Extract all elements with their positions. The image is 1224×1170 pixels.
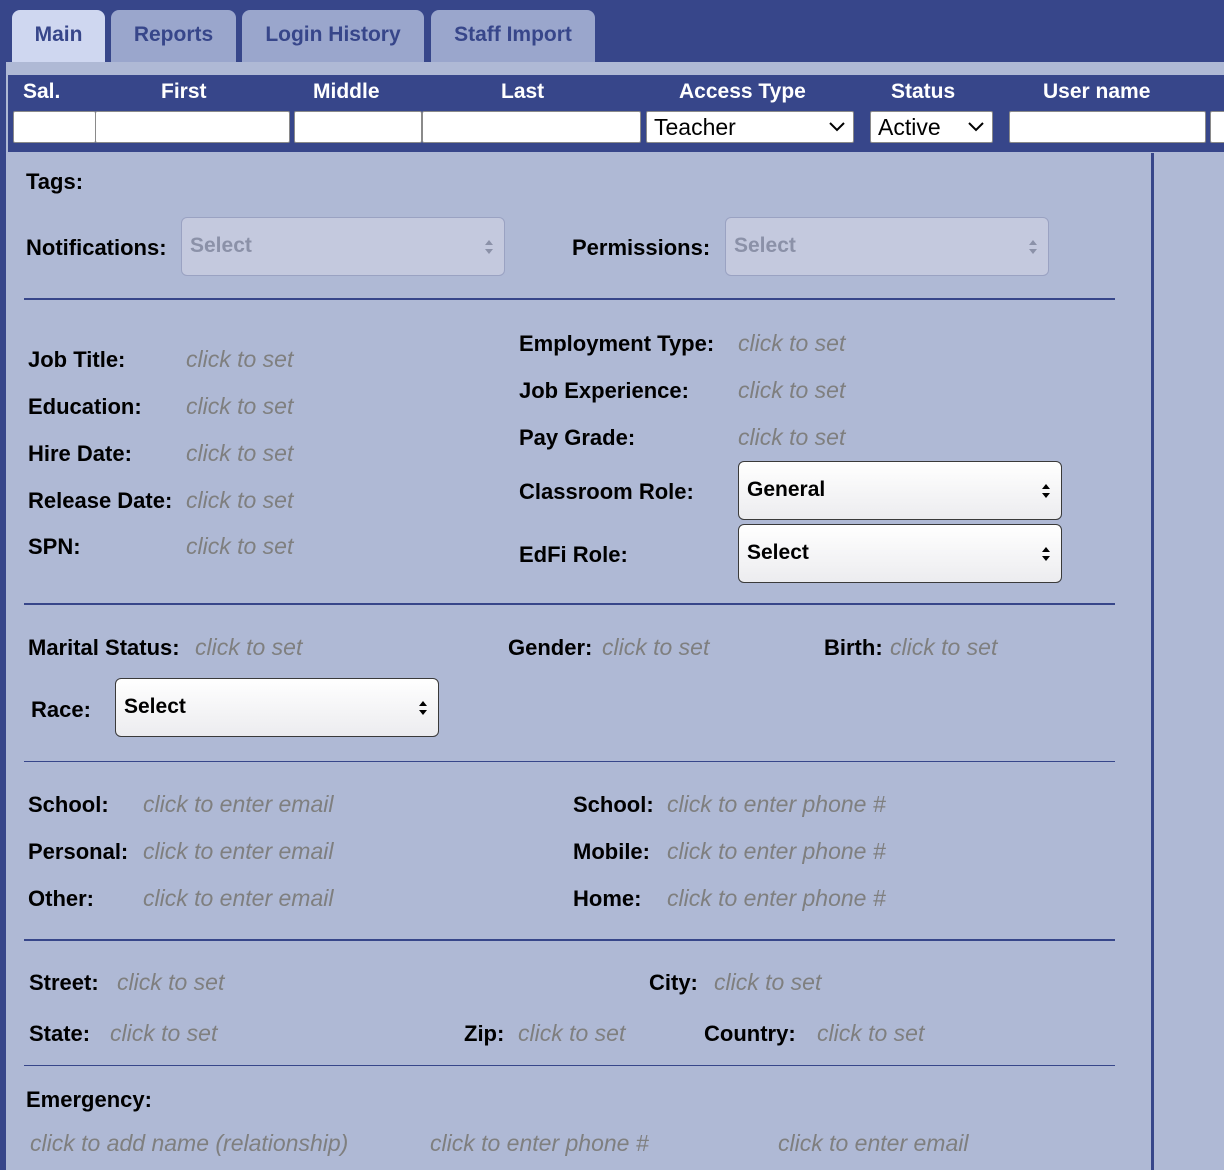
zip-value[interactable]: click to set [518, 1020, 625, 1047]
zip-label: Zip: [464, 1021, 505, 1046]
pay-grade-label: Pay Grade: [519, 425, 636, 450]
permissions-select[interactable]: Select [725, 217, 1049, 276]
access-type-select[interactable]: Teacher [646, 111, 854, 143]
school-phone-label: School: [573, 792, 654, 817]
job-experience-label: Job Experience: [519, 378, 689, 403]
notifications-label: Notifications: [26, 235, 167, 260]
left-border [0, 62, 6, 1170]
updown-arrows-icon [419, 701, 427, 715]
updown-arrows-icon [1042, 547, 1050, 561]
birth-value[interactable]: click to set [890, 634, 997, 661]
chevron-down-icon [829, 122, 845, 132]
spn-value[interactable]: click to set [186, 533, 293, 560]
street-label: Street: [29, 970, 99, 995]
country-value[interactable]: click to set [817, 1020, 924, 1047]
edfi-role-value: Select [747, 541, 809, 564]
section-divider [24, 298, 1115, 300]
school-phone-value[interactable]: click to enter phone # [667, 791, 886, 818]
classroom-role-label: Classroom Role: [519, 479, 694, 504]
edfi-role-label: EdFi Role: [519, 542, 628, 567]
hire-date-value[interactable]: click to set [186, 440, 293, 467]
last-label: Last [501, 80, 545, 103]
job-title-value[interactable]: click to set [186, 346, 293, 373]
middle-name-input[interactable] [294, 111, 422, 143]
tags-label: Tags: [26, 169, 84, 194]
emergency-label: Emergency: [26, 1087, 152, 1112]
classroom-role-select[interactable]: General [738, 461, 1062, 520]
school-email-label: School: [28, 792, 109, 817]
updown-arrows-icon [1029, 240, 1037, 254]
gender-label: Gender: [508, 635, 593, 660]
section-divider [24, 761, 1115, 762]
home-phone-label: Home: [573, 886, 642, 911]
state-label: State: [29, 1021, 91, 1046]
section-divider [24, 1065, 1115, 1066]
emergency-phone-value[interactable]: click to enter phone # [430, 1130, 649, 1157]
permissions-label: Permissions: [572, 235, 711, 260]
tab-staff-import[interactable]: Staff Import [431, 10, 595, 62]
user-name-input[interactable] [1009, 111, 1206, 143]
user-name-label: User name [1043, 80, 1151, 103]
classroom-role-value: General [747, 478, 826, 501]
mobile-phone-value[interactable]: click to enter phone # [667, 838, 886, 865]
state-value[interactable]: click to set [110, 1020, 217, 1047]
school-email-value[interactable]: click to enter email [143, 791, 333, 818]
middle-label: Middle [313, 80, 380, 103]
street-value[interactable]: click to set [117, 969, 224, 996]
tab-reports[interactable]: Reports [111, 10, 236, 62]
section-divider [24, 939, 1115, 941]
notifications-value: Select [190, 234, 252, 257]
status-value: Active [878, 114, 941, 140]
status-select[interactable]: Active [870, 111, 993, 143]
sal-input[interactable] [13, 111, 96, 143]
section-divider [24, 603, 1115, 605]
updown-arrows-icon [1042, 484, 1050, 498]
job-experience-value[interactable]: click to set [738, 377, 845, 404]
personal-email-label: Personal: [28, 839, 129, 864]
permissions-value: Select [734, 234, 796, 257]
city-label: City: [649, 970, 698, 995]
other-email-value[interactable]: click to enter email [143, 885, 333, 912]
race-select[interactable]: Select [115, 678, 439, 737]
status-label: Status [891, 80, 956, 103]
last-name-input[interactable] [422, 111, 641, 143]
access-type-label: Access Type [679, 80, 806, 103]
extra-header-input[interactable] [1210, 111, 1224, 143]
race-value: Select [124, 695, 186, 718]
home-phone-value[interactable]: click to enter phone # [667, 885, 886, 912]
chevron-down-icon [968, 122, 984, 132]
edfi-role-select[interactable]: Select [738, 524, 1062, 583]
country-label: Country: [704, 1021, 796, 1046]
first-label: First [161, 80, 207, 103]
race-label: Race: [31, 697, 91, 722]
tab-main[interactable]: Main [12, 10, 105, 62]
updown-arrows-icon [485, 240, 493, 254]
spn-label: SPN: [28, 534, 81, 559]
right-panel-divider [1151, 153, 1154, 1170]
other-email-label: Other: [28, 886, 94, 911]
tab-login-history[interactable]: Login History [242, 10, 424, 62]
pay-grade-value[interactable]: click to set [738, 424, 845, 451]
marital-status-value[interactable]: click to set [195, 634, 302, 661]
job-title-label: Job Title: [28, 347, 126, 372]
emergency-name-value[interactable]: click to add name (relationship) [30, 1130, 348, 1157]
notifications-select[interactable]: Select [181, 217, 505, 276]
marital-status-label: Marital Status: [28, 635, 180, 660]
personal-email-value[interactable]: click to enter email [143, 838, 333, 865]
access-type-value: Teacher [654, 114, 736, 140]
release-date-label: Release Date: [28, 488, 173, 513]
release-date-value[interactable]: click to set [186, 487, 293, 514]
first-name-input[interactable] [95, 111, 290, 143]
education-label: Education: [28, 394, 142, 419]
sal-label: Sal. [23, 80, 61, 103]
hire-date-label: Hire Date: [28, 441, 132, 466]
employment-type-label: Employment Type: [519, 331, 715, 356]
city-value[interactable]: click to set [714, 969, 821, 996]
employment-type-value[interactable]: click to set [738, 330, 845, 357]
emergency-email-value[interactable]: click to enter email [778, 1130, 968, 1157]
birth-label: Birth: [824, 635, 883, 660]
education-value[interactable]: click to set [186, 393, 293, 420]
gender-value[interactable]: click to set [602, 634, 709, 661]
mobile-phone-label: Mobile: [573, 839, 650, 864]
